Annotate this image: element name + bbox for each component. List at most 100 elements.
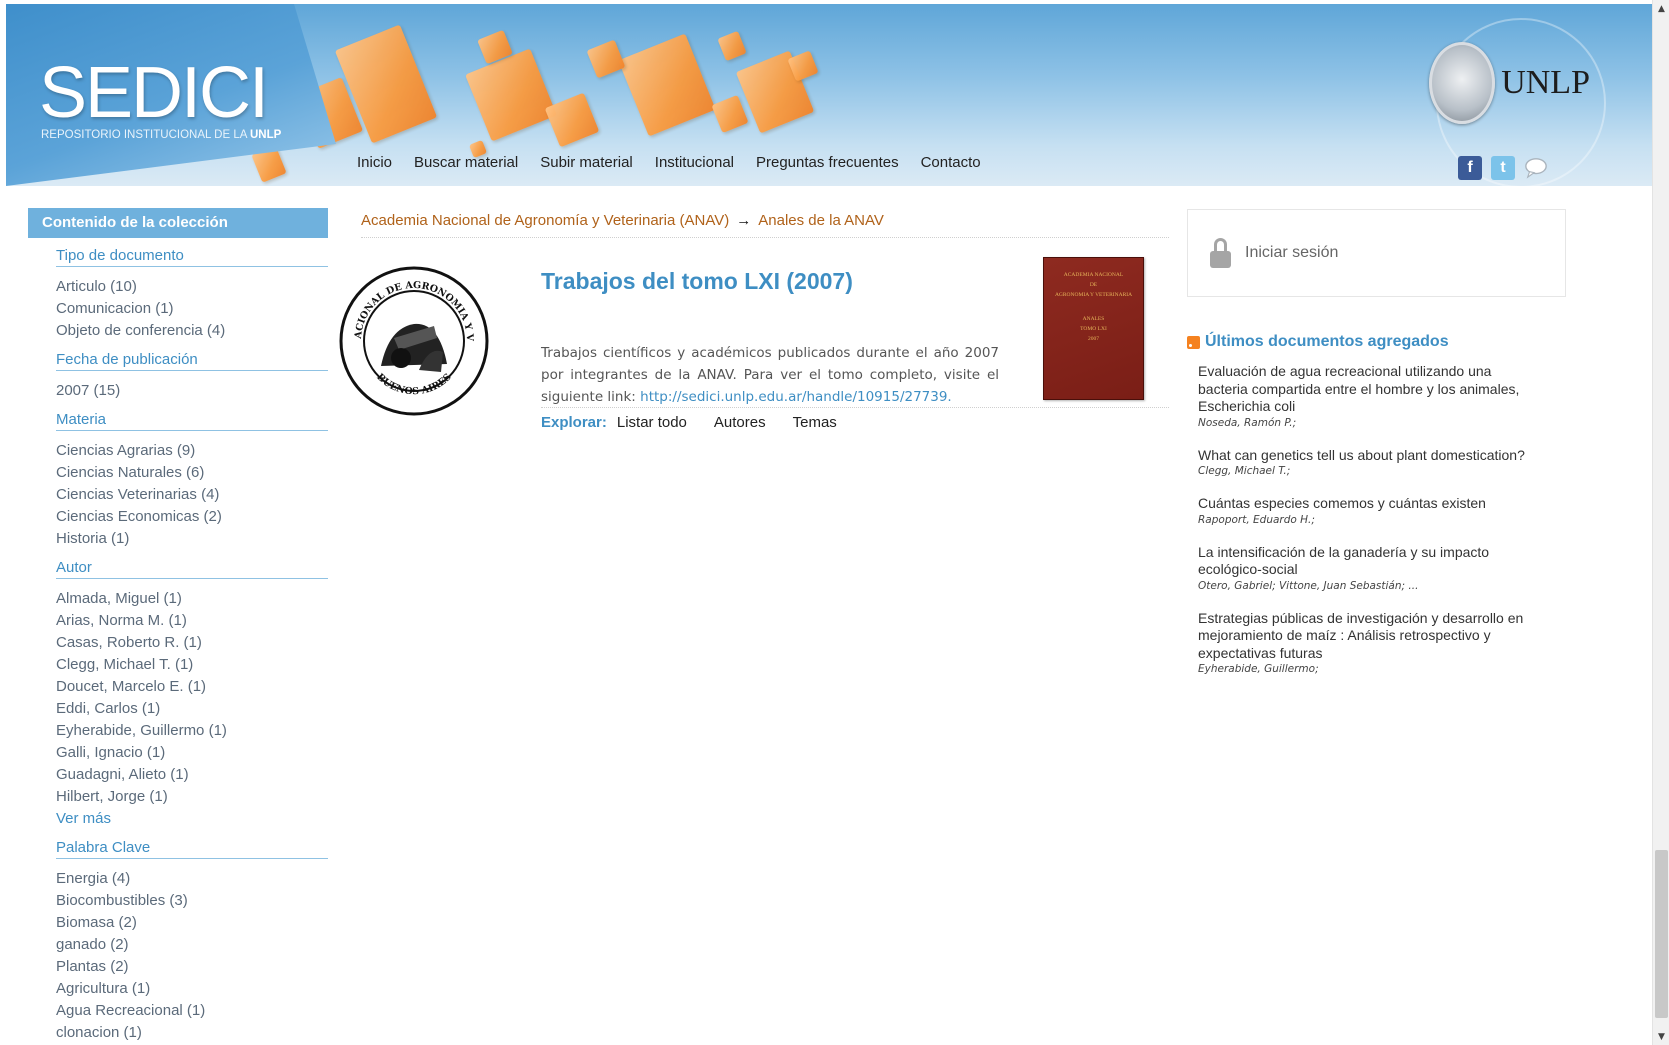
- ver-mas-link[interactable]: Ver más: [56, 808, 328, 830]
- decorative-orange-tile: [618, 33, 716, 137]
- collection-title: Trabajos del tomo LXI (2007): [541, 268, 853, 294]
- facet-item[interactable]: Ciencias Naturales (6): [56, 462, 328, 484]
- recent-document-title[interactable]: Cuántas especies comemos y cuántas exist…: [1198, 495, 1538, 513]
- facebook-icon[interactable]: f: [1458, 156, 1482, 180]
- facet-item[interactable]: Biomasa (2): [56, 912, 328, 934]
- unlp-logo[interactable]: UNLP: [1429, 42, 1590, 124]
- recent-document-title[interactable]: What can genetics tell us about plant do…: [1198, 447, 1538, 465]
- scroll-down-arrow-icon[interactable]: ▼: [1653, 1028, 1669, 1045]
- collection-facets-sidebar: Contenido de la colección Tipo de docume…: [28, 208, 328, 1044]
- nav-buscar-material[interactable]: Buscar material: [414, 154, 518, 171]
- lock-icon: [1210, 238, 1231, 268]
- recent-document: Evaluación de agua recreacional utilizan…: [1198, 363, 1538, 429]
- facet-item[interactable]: Doucet, Marcelo E. (1): [56, 676, 328, 698]
- decorative-orange-tile: [586, 39, 626, 79]
- rss-icon[interactable]: [1187, 335, 1200, 349]
- twitter-icon[interactable]: t: [1491, 156, 1515, 180]
- breadcrumb-arrow-icon: →: [736, 212, 752, 229]
- facet-item[interactable]: Comunicacion (1): [56, 298, 328, 320]
- vertical-scrollbar[interactable]: ▲ ▼: [1652, 0, 1669, 1045]
- unlp-text: UNLP: [1501, 64, 1590, 101]
- facet-fecha-publicacion: Fecha de publicación 2007 (15): [56, 351, 328, 402]
- facet-item[interactable]: Agua Recreacional (1): [56, 1000, 328, 1022]
- breadcrumb: Academia Nacional de Agronomía y Veterin…: [361, 212, 1169, 238]
- site-tagline: REPOSITORIO INSTITUCIONAL DE LA UNLP: [41, 129, 281, 141]
- facet-heading: Palabra Clave: [56, 839, 328, 859]
- decorative-orange-tile: [465, 48, 557, 142]
- divider: [541, 407, 1169, 408]
- facet-item[interactable]: Ciencias Agrarias (9): [56, 440, 328, 462]
- recent-document: La intensificación de la ganadería y su …: [1198, 544, 1538, 592]
- facet-autor: Autor Almada, Miguel (1) Arias, Norma M.…: [56, 559, 328, 830]
- facet-item[interactable]: Plantas (2): [56, 956, 328, 978]
- facet-list: Ciencias Agrarias (9) Ciencias Naturales…: [56, 440, 328, 550]
- facet-item[interactable]: Objeto de conferencia (4): [56, 320, 328, 342]
- recent-document-authors: Noseda, Ramón P.;: [1198, 416, 1297, 429]
- collection-description: Trabajos científicos y académicos public…: [541, 342, 999, 408]
- recent-document-authors: Clegg, Michael T.;: [1198, 465, 1291, 477]
- facet-item[interactable]: Arias, Norma M. (1): [56, 610, 328, 632]
- recent-documents-list: Evaluación de agua recreacional utilizan…: [1198, 363, 1538, 693]
- explore-temas[interactable]: Temas: [793, 414, 837, 431]
- facet-item[interactable]: ganado (2): [56, 934, 328, 956]
- facet-item[interactable]: 2007 (15): [56, 380, 328, 402]
- facet-item[interactable]: Agricultura (1): [56, 978, 328, 1000]
- recent-document: Estrategias públicas de investigación y …: [1198, 610, 1538, 676]
- cover-line: AGRONOMIA Y VETERINARIA: [1054, 292, 1133, 298]
- explore-label: Explorar:: [541, 414, 607, 431]
- facet-item[interactable]: Clegg, Michael T. (1): [56, 654, 328, 676]
- facet-item[interactable]: Historia (1): [56, 528, 328, 550]
- site-logo[interactable]: SEDICI: [39, 52, 269, 134]
- facet-heading: Fecha de publicación: [56, 351, 328, 371]
- scroll-up-arrow-icon[interactable]: ▲: [1653, 0, 1669, 17]
- facet-list: Articulo (10) Comunicacion (1) Objeto de…: [56, 276, 328, 342]
- login-link[interactable]: Iniciar sesión: [1245, 244, 1338, 262]
- chat-bubble-icon[interactable]: [1524, 156, 1548, 180]
- cover-line: ACADEMIA NACIONAL: [1063, 272, 1124, 278]
- facet-item[interactable]: Galli, Ignacio (1): [56, 742, 328, 764]
- breadcrumb-parent-link[interactable]: Academia Nacional de Agronomía y Veterin…: [361, 212, 729, 229]
- scrollbar-thumb[interactable]: [1655, 850, 1668, 1018]
- facet-item[interactable]: Casas, Roberto R. (1): [56, 632, 328, 654]
- cover-line: TOMO LXI: [1080, 326, 1107, 332]
- recent-document: What can genetics tell us about plant do…: [1198, 447, 1538, 478]
- recent-document-authors: Otero, Gabriel; Vittone, Juan Sebastián;…: [1198, 579, 1419, 592]
- facet-tipo-documento: Tipo de documento Articulo (10) Comunica…: [56, 247, 328, 342]
- recent-document-title[interactable]: La intensificación de la ganadería y su …: [1198, 544, 1538, 579]
- facet-item[interactable]: Guadagni, Alieto (1): [56, 764, 328, 786]
- decorative-orange-tile: [544, 92, 600, 148]
- explore-listar-todo[interactable]: Listar todo: [617, 414, 687, 431]
- facet-item[interactable]: clonacion (1): [56, 1022, 328, 1044]
- facet-item[interactable]: Almada, Miguel (1): [56, 588, 328, 610]
- facet-materia: Materia Ciencias Agrarias (9) Ciencias N…: [56, 411, 328, 550]
- facet-list: Almada, Miguel (1) Arias, Norma M. (1) C…: [56, 588, 328, 830]
- tagline-text: REPOSITORIO INSTITUCIONAL DE LA: [41, 129, 247, 141]
- facet-item[interactable]: Hilbert, Jorge (1): [56, 786, 328, 808]
- site-header: SEDICI REPOSITORIO INSTITUCIONAL DE LA U…: [6, 4, 1656, 186]
- recent-documents-heading: Últimos documentos agregados: [1187, 333, 1449, 351]
- recent-document-authors: Rapoport, Eduardo H.;: [1198, 513, 1315, 526]
- nav-preguntas-frecuentes[interactable]: Preguntas frecuentes: [756, 154, 899, 171]
- collection-handle-link[interactable]: http://sedici.unlp.edu.ar/handle/10915/2…: [640, 389, 952, 405]
- recent-document-title[interactable]: Evaluación de agua recreacional utilizan…: [1198, 363, 1538, 416]
- facet-item[interactable]: Ciencias Economicas (2): [56, 506, 328, 528]
- facet-item[interactable]: Energia (4): [56, 868, 328, 890]
- sidebar-title: Contenido de la colección: [28, 208, 328, 238]
- explore-autores[interactable]: Autores: [714, 414, 766, 431]
- nav-subir-material[interactable]: Subir material: [540, 154, 633, 171]
- facet-item[interactable]: Articulo (10): [56, 276, 328, 298]
- main-nav: Inicio Buscar material Subir material In…: [346, 148, 992, 176]
- recent-document-title[interactable]: Estrategias públicas de investigación y …: [1198, 610, 1538, 663]
- facet-heading: Materia: [56, 411, 328, 431]
- login-box[interactable]: Iniciar sesión: [1187, 209, 1566, 297]
- nav-contacto[interactable]: Contacto: [921, 154, 981, 171]
- facet-item[interactable]: Ciencias Veterinarias (4): [56, 484, 328, 506]
- nav-inicio[interactable]: Inicio: [357, 154, 392, 171]
- collection-cover-image[interactable]: ACADEMIA NACIONAL DE AGRONOMIA Y VETERIN…: [1043, 257, 1144, 400]
- facet-item[interactable]: Eddi, Carlos (1): [56, 698, 328, 720]
- nav-institucional[interactable]: Institucional: [655, 154, 734, 171]
- facet-item[interactable]: Biocombustibles (3): [56, 890, 328, 912]
- facet-palabra-clave: Palabra Clave Energia (4) Biocombustible…: [56, 839, 328, 1044]
- facet-item[interactable]: Eyherabide, Guillermo (1): [56, 720, 328, 742]
- breadcrumb-current-link[interactable]: Anales de la ANAV: [758, 212, 884, 229]
